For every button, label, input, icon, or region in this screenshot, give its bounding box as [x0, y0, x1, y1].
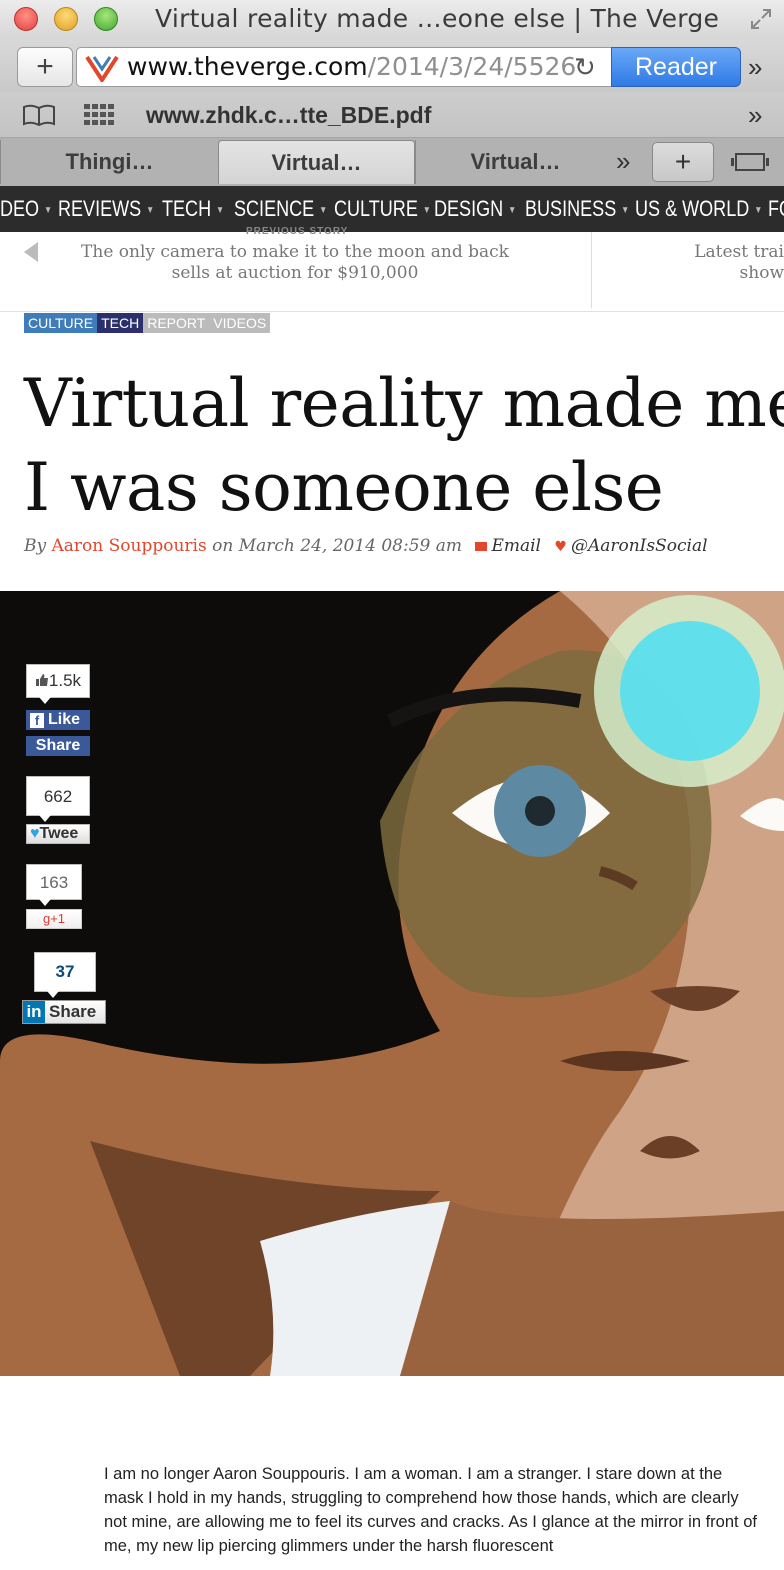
previous-arrow-icon[interactable] — [24, 242, 38, 262]
new-tab-button[interactable]: + — [652, 142, 714, 182]
email-icon — [475, 542, 488, 551]
nav-item-video[interactable]: DEO ▼ — [0, 196, 52, 222]
linkedin-count: 37 — [34, 952, 96, 998]
close-window-button[interactable] — [14, 7, 38, 31]
twitter-bird-icon: ♥ — [30, 825, 40, 842]
nav-item-us-world[interactable]: US & WORLD ▼ — [635, 196, 762, 222]
window-title: Virtual reality made …eone else | The Ve… — [155, 4, 720, 33]
twitter-icon: ♥ — [554, 539, 567, 555]
story-navigation-strip: PREVIOUS STORY The only camera to make i… — [0, 226, 784, 312]
nav-item-design[interactable]: DESIGN ▼ — [434, 196, 516, 222]
google-plus-count: 163 — [26, 864, 82, 906]
url-host: www.theverge.com — [127, 52, 368, 81]
nav-item-science[interactable]: SCIENCE ▼ — [234, 196, 327, 222]
tweet-button[interactable]: ♥Twee — [26, 824, 90, 844]
reload-icon[interactable]: ↻ — [574, 52, 596, 83]
author-link[interactable]: Aaron Souppouris — [52, 536, 207, 556]
thumbs-up-icon — [35, 674, 48, 686]
article-body-paragraph: I am no longer Aaron Souppouris. I am a … — [104, 1465, 757, 1555]
twitter-count: 662 — [26, 776, 90, 822]
window-titlebar: Virtual reality made …eone else | The Ve… — [0, 0, 784, 40]
tag-tech[interactable]: TECH — [97, 313, 144, 333]
email-link[interactable]: Email — [491, 536, 541, 556]
site-nav: DEO ▼ REVIEWS ▼ TECH ▼ SCIENCE ▼ CULTURE ▼ DE… — [0, 186, 784, 232]
byline: By Aaron Souppouris on March 24, 2014 08… — [24, 536, 708, 556]
facebook-icon: f — [30, 713, 44, 728]
google-plus-button[interactable]: g+1 — [26, 909, 82, 929]
category-tags: CULTURE TECH REPORT VIDEOS — [24, 313, 271, 333]
zoom-window-button[interactable] — [94, 7, 118, 31]
bookmarks-bar: www.zhdk.c…tte_BDE.pdf » — [0, 92, 784, 138]
facebook-like-button[interactable]: f Like — [26, 710, 90, 730]
reader-button[interactable]: Reader — [611, 47, 741, 87]
tab-thingiverse[interactable]: Thingi… — [0, 140, 218, 184]
fullscreen-icon[interactable] — [750, 8, 772, 30]
tab-virtual-active[interactable]: Virtual… — [218, 140, 415, 184]
nav-item-business[interactable]: BUSINESS ▼ — [525, 196, 629, 222]
tabs-overflow-icon[interactable]: » — [616, 146, 630, 177]
top-sites-icon[interactable] — [84, 104, 114, 126]
bookmarks-overflow-icon[interactable]: » — [748, 100, 762, 131]
toolbar-overflow-icon[interactable]: » — [748, 52, 762, 83]
tab-virtual[interactable]: Virtual… — [415, 140, 615, 184]
nav-item-more[interactable]: FO — [768, 196, 784, 222]
next-story-link[interactable]: Latest trai show — [606, 242, 784, 284]
publish-date: March 24, 2014 08:59 am — [238, 536, 463, 556]
add-bookmark-button[interactable]: + — [17, 47, 73, 87]
linkedin-share-button[interactable]: in Share — [22, 1000, 106, 1024]
tab-overview-icon[interactable] — [730, 150, 770, 174]
nav-item-reviews[interactable]: REVIEWS ▼ — [58, 196, 154, 222]
linkedin-icon: in — [23, 1001, 45, 1023]
strip-divider — [591, 232, 592, 308]
nav-item-tech[interactable]: TECH ▼ — [162, 196, 224, 222]
previous-story-link[interactable]: The only camera to make it to the moon a… — [70, 242, 520, 284]
tag-videos[interactable]: VIDEOS — [209, 313, 271, 333]
facebook-count: 1.5k — [26, 664, 90, 704]
address-bar[interactable]: www.theverge.com/2014/3/24/5526 — [76, 47, 612, 87]
article-headline: Virtual reality made me I was someone el… — [24, 365, 784, 526]
bookmark-item[interactable]: www.zhdk.c…tte_BDE.pdf — [146, 102, 431, 129]
reading-list-icon[interactable] — [22, 104, 56, 126]
tag-culture[interactable]: CULTURE — [24, 313, 98, 333]
previous-story-label: PREVIOUS STORY — [246, 226, 349, 237]
facebook-share-button[interactable]: Share — [26, 736, 90, 756]
minimize-window-button[interactable] — [54, 7, 78, 31]
hero-illustration — [0, 591, 784, 1376]
twitter-link[interactable]: @AaronIsSocial — [571, 536, 708, 556]
url-path: /2014/3/24/5526 — [367, 52, 577, 81]
nav-item-culture[interactable]: CULTURE ▼ — [334, 196, 431, 222]
tag-report[interactable]: REPORT — [143, 313, 210, 333]
verge-logo-icon — [85, 55, 119, 82]
